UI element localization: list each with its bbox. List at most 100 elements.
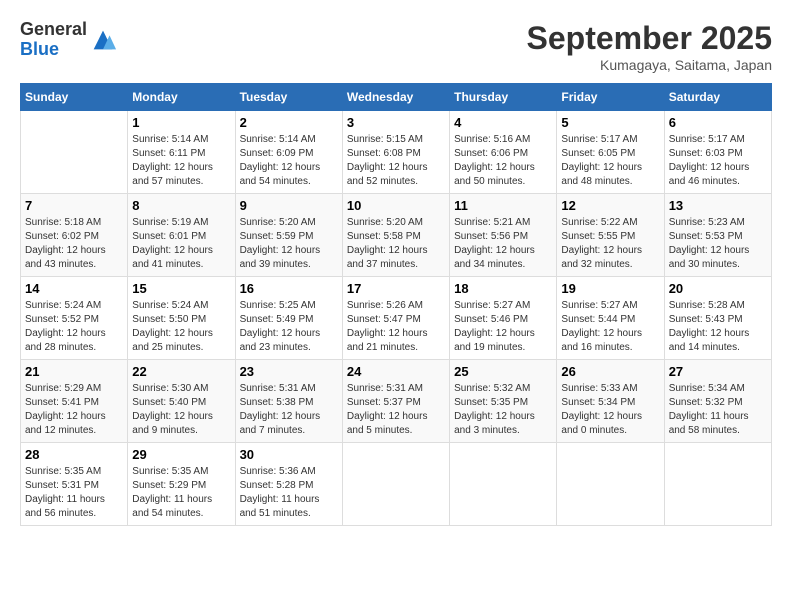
day-number: 30 [240, 447, 338, 462]
day-number: 21 [25, 364, 123, 379]
day-number: 19 [561, 281, 659, 296]
day-number: 13 [669, 198, 767, 213]
calendar-day-cell: 24 Sunrise: 5:31 AM Sunset: 5:37 PM Dayli… [342, 360, 449, 443]
calendar-day-cell: 18 Sunrise: 5:27 AM Sunset: 5:46 PM Dayli… [450, 277, 557, 360]
day-number: 17 [347, 281, 445, 296]
calendar-day-cell [21, 111, 128, 194]
weekday-header-row: SundayMondayTuesdayWednesdayThursdayFrid… [21, 84, 772, 111]
day-info: Sunrise: 5:29 AM Sunset: 5:41 PM Dayligh… [25, 382, 123, 438]
day-info: Sunrise: 5:15 AM Sunset: 6:08 PM Dayligh… [347, 133, 445, 189]
calendar-day-cell: 14Sunrise: 5:24 AM Sunset: 5:52 PM Dayli… [21, 277, 128, 360]
calendar-table: SundayMondayTuesdayWednesdayThursdayFrid… [20, 83, 772, 526]
day-info: Sunrise: 5:32 AM Sunset: 5:35 PM Dayligh… [454, 382, 552, 438]
day-number: 10 [347, 198, 445, 213]
day-info: Sunrise: 5:17 AM Sunset: 6:05 PM Dayligh… [561, 133, 659, 189]
weekday-header: Wednesday [342, 84, 449, 111]
calendar-week-row: 21 Sunrise: 5:29 AM Sunset: 5:41 PM Dayli… [21, 360, 772, 443]
day-number: 3 [347, 115, 445, 130]
day-info: Sunrise: 5:35 AM Sunset: 5:31 PM Dayligh… [25, 465, 123, 521]
calendar-day-cell: 3 Sunrise: 5:15 AM Sunset: 6:08 PM Daylig… [342, 111, 449, 194]
day-number: 18 [454, 281, 552, 296]
calendar-day-cell: 21 Sunrise: 5:29 AM Sunset: 5:41 PM Dayli… [21, 360, 128, 443]
day-info: Sunrise: 5:18 AM Sunset: 6:02 PM Dayligh… [25, 216, 123, 272]
day-info: Sunrise: 5:31 AM Sunset: 5:37 PM Dayligh… [347, 382, 445, 438]
logo-icon [89, 26, 117, 54]
day-info: Sunrise: 5:25 AM Sunset: 5:49 PM Dayligh… [240, 299, 338, 355]
logo: General Blue [20, 20, 117, 60]
day-info: Sunrise: 5:19 AM Sunset: 6:01 PM Dayligh… [132, 216, 230, 272]
calendar-day-cell: 25 Sunrise: 5:32 AM Sunset: 5:35 PM Dayli… [450, 360, 557, 443]
day-number: 2 [240, 115, 338, 130]
day-info: Sunrise: 5:14 AM Sunset: 6:11 PM Dayligh… [132, 133, 230, 189]
calendar-week-row: 28Sunrise: 5:35 AM Sunset: 5:31 PM Dayli… [21, 443, 772, 526]
calendar-week-row: 7 Sunrise: 5:18 AM Sunset: 6:02 PM Daylig… [21, 194, 772, 277]
day-info: Sunrise: 5:34 AM Sunset: 5:32 PM Dayligh… [669, 382, 767, 438]
day-info: Sunrise: 5:17 AM Sunset: 6:03 PM Dayligh… [669, 133, 767, 189]
day-number: 4 [454, 115, 552, 130]
calendar-day-cell: 7 Sunrise: 5:18 AM Sunset: 6:02 PM Daylig… [21, 194, 128, 277]
calendar-day-cell: 17 Sunrise: 5:26 AM Sunset: 5:47 PM Dayli… [342, 277, 449, 360]
weekday-header: Friday [557, 84, 664, 111]
day-info: Sunrise: 5:26 AM Sunset: 5:47 PM Dayligh… [347, 299, 445, 355]
calendar-day-cell: 10 Sunrise: 5:20 AM Sunset: 5:58 PM Dayli… [342, 194, 449, 277]
calendar-day-cell: 19 Sunrise: 5:27 AM Sunset: 5:44 PM Dayli… [557, 277, 664, 360]
calendar-day-cell: 16 Sunrise: 5:25 AM Sunset: 5:49 PM Dayli… [235, 277, 342, 360]
month-title: September 2025 [527, 20, 772, 57]
calendar-day-cell: 5Sunrise: 5:17 AM Sunset: 6:05 PM Daylig… [557, 111, 664, 194]
weekday-header: Sunday [21, 84, 128, 111]
day-number: 29 [132, 447, 230, 462]
calendar-day-cell: 28Sunrise: 5:35 AM Sunset: 5:31 PM Dayli… [21, 443, 128, 526]
day-info: Sunrise: 5:20 AM Sunset: 5:58 PM Dayligh… [347, 216, 445, 272]
day-info: Sunrise: 5:27 AM Sunset: 5:44 PM Dayligh… [561, 299, 659, 355]
day-info: Sunrise: 5:20 AM Sunset: 5:59 PM Dayligh… [240, 216, 338, 272]
weekday-header: Tuesday [235, 84, 342, 111]
calendar-day-cell: 8 Sunrise: 5:19 AM Sunset: 6:01 PM Daylig… [128, 194, 235, 277]
day-info: Sunrise: 5:24 AM Sunset: 5:50 PM Dayligh… [132, 299, 230, 355]
day-number: 23 [240, 364, 338, 379]
day-number: 6 [669, 115, 767, 130]
day-number: 7 [25, 198, 123, 213]
calendar-week-row: 1 Sunrise: 5:14 AM Sunset: 6:11 PM Daylig… [21, 111, 772, 194]
calendar-day-cell: 4Sunrise: 5:16 AM Sunset: 6:06 PM Daylig… [450, 111, 557, 194]
day-number: 15 [132, 281, 230, 296]
logo-blue: Blue [20, 39, 59, 59]
calendar-day-cell: 23Sunrise: 5:31 AM Sunset: 5:38 PM Dayli… [235, 360, 342, 443]
calendar-day-cell: 12 Sunrise: 5:22 AM Sunset: 5:55 PM Dayli… [557, 194, 664, 277]
day-info: Sunrise: 5:14 AM Sunset: 6:09 PM Dayligh… [240, 133, 338, 189]
day-number: 8 [132, 198, 230, 213]
calendar-day-cell: 29 Sunrise: 5:35 AM Sunset: 5:29 PM Dayli… [128, 443, 235, 526]
day-number: 12 [561, 198, 659, 213]
calendar-day-cell: 22 Sunrise: 5:30 AM Sunset: 5:40 PM Dayli… [128, 360, 235, 443]
day-info: Sunrise: 5:35 AM Sunset: 5:29 PM Dayligh… [132, 465, 230, 521]
day-number: 22 [132, 364, 230, 379]
calendar-day-cell: 15 Sunrise: 5:24 AM Sunset: 5:50 PM Dayli… [128, 277, 235, 360]
day-info: Sunrise: 5:27 AM Sunset: 5:46 PM Dayligh… [454, 299, 552, 355]
day-number: 1 [132, 115, 230, 130]
calendar-day-cell: 2 Sunrise: 5:14 AM Sunset: 6:09 PM Daylig… [235, 111, 342, 194]
calendar-day-cell: 26Sunrise: 5:33 AM Sunset: 5:34 PM Dayli… [557, 360, 664, 443]
day-number: 27 [669, 364, 767, 379]
day-info: Sunrise: 5:23 AM Sunset: 5:53 PM Dayligh… [669, 216, 767, 272]
day-number: 11 [454, 198, 552, 213]
weekday-header: Thursday [450, 84, 557, 111]
day-info: Sunrise: 5:22 AM Sunset: 5:55 PM Dayligh… [561, 216, 659, 272]
weekday-header: Saturday [664, 84, 771, 111]
day-number: 16 [240, 281, 338, 296]
logo-general: General [20, 19, 87, 39]
calendar-day-cell [664, 443, 771, 526]
calendar-day-cell: 6 Sunrise: 5:17 AM Sunset: 6:03 PM Daylig… [664, 111, 771, 194]
calendar-day-cell: 13 Sunrise: 5:23 AM Sunset: 5:53 PM Dayli… [664, 194, 771, 277]
calendar-day-cell [450, 443, 557, 526]
day-number: 24 [347, 364, 445, 379]
day-number: 25 [454, 364, 552, 379]
calendar-day-cell: 9 Sunrise: 5:20 AM Sunset: 5:59 PM Daylig… [235, 194, 342, 277]
calendar-day-cell [342, 443, 449, 526]
day-info: Sunrise: 5:21 AM Sunset: 5:56 PM Dayligh… [454, 216, 552, 272]
day-number: 14 [25, 281, 123, 296]
day-info: Sunrise: 5:30 AM Sunset: 5:40 PM Dayligh… [132, 382, 230, 438]
calendar-week-row: 14Sunrise: 5:24 AM Sunset: 5:52 PM Dayli… [21, 277, 772, 360]
day-number: 26 [561, 364, 659, 379]
day-number: 9 [240, 198, 338, 213]
calendar-day-cell: 30Sunrise: 5:36 AM Sunset: 5:28 PM Dayli… [235, 443, 342, 526]
day-info: Sunrise: 5:28 AM Sunset: 5:43 PM Dayligh… [669, 299, 767, 355]
